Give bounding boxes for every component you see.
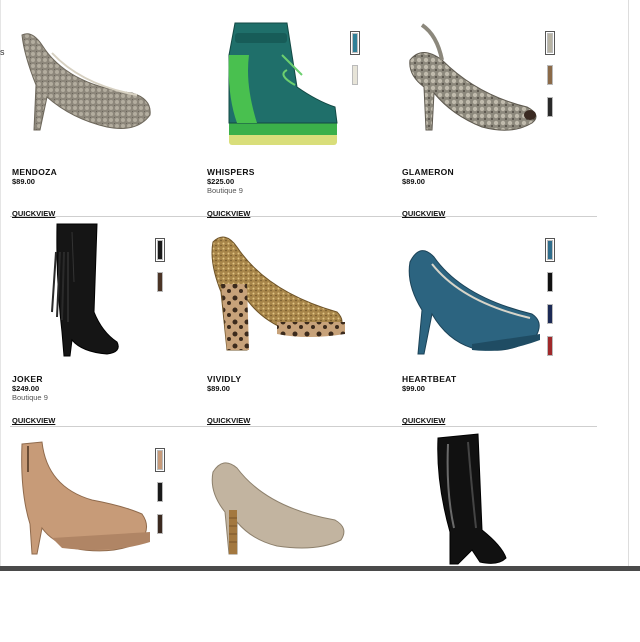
scrollbar-track[interactable] xyxy=(628,0,640,571)
product-price: $99.00 xyxy=(402,384,425,393)
blue-suede-pump-icon xyxy=(408,250,540,355)
color-swatch[interactable] xyxy=(547,272,553,292)
product-image[interactable] xyxy=(12,222,162,362)
color-swatch[interactable] xyxy=(545,31,555,55)
quickview-link[interactable]: QUICKVIEW xyxy=(207,416,250,425)
color-swatches xyxy=(152,238,168,304)
product-card-patent-boot xyxy=(402,432,597,642)
color-swatch[interactable] xyxy=(547,97,553,117)
quickview-link[interactable]: QUICKVIEW xyxy=(207,209,250,218)
quickview-link[interactable]: QUICKVIEW xyxy=(402,416,445,425)
color-swatches xyxy=(347,31,363,97)
snakeskin-slingback-peeptoe-icon xyxy=(409,23,537,131)
color-swatch[interactable] xyxy=(545,238,555,262)
product-image[interactable] xyxy=(207,15,357,155)
color-swatches xyxy=(542,31,558,129)
color-swatch[interactable] xyxy=(157,514,163,534)
black-patent-knee-boot-icon xyxy=(437,433,507,565)
color-swatch[interactable] xyxy=(547,336,553,356)
product-price: $89.00 xyxy=(12,177,35,186)
quickview-link[interactable]: QUICKVIEW xyxy=(12,416,55,425)
product-card-vividly: VIVIDLY $89.00 QUICKVIEW xyxy=(207,222,402,432)
color-swatches xyxy=(152,448,168,546)
product-name[interactable]: HEARTBEAT xyxy=(402,374,456,384)
taupe-stacked-pump-icon xyxy=(211,462,345,555)
product-image[interactable] xyxy=(402,222,552,362)
snakeskin-platform-pump-icon xyxy=(21,33,151,131)
product-card-whispers: WHISPERS $225.00 Boutique 9 QUICKVIEW xyxy=(207,15,402,225)
product-card-joker: JOKER $249.00 Boutique 9 QUICKVIEW xyxy=(12,222,207,432)
color-swatch[interactable] xyxy=(157,272,163,292)
product-card-mendoza: MENDOZA $89.00 QUICKVIEW xyxy=(12,15,207,225)
color-swatch[interactable] xyxy=(157,482,163,502)
product-name[interactable]: MENDOZA xyxy=(12,167,57,177)
product-card-glameron: GLAMERON $89.00 QUICKVIEW xyxy=(402,15,597,225)
product-name[interactable]: VIVIDLY xyxy=(207,374,241,384)
color-swatch[interactable] xyxy=(155,238,165,262)
product-image[interactable] xyxy=(402,15,552,155)
product-image[interactable] xyxy=(207,432,357,572)
product-name[interactable]: JOKER xyxy=(12,374,43,384)
boutique-label: Boutique 9 xyxy=(207,186,243,195)
color-swatch[interactable] xyxy=(155,448,165,472)
product-card-taupe-pump xyxy=(207,432,402,642)
product-price: $225.00 xyxy=(207,177,235,186)
quickview-link[interactable]: QUICKVIEW xyxy=(402,209,445,218)
product-image[interactable] xyxy=(402,432,552,572)
color-swatch[interactable] xyxy=(547,65,553,85)
product-card-bootie xyxy=(12,432,207,642)
color-swatch[interactable] xyxy=(350,31,360,55)
clipped-edge-text: s xyxy=(0,47,5,57)
green-wedge-sneaker-icon xyxy=(228,22,338,145)
glitter-leopard-pump-icon xyxy=(211,236,345,351)
product-image[interactable] xyxy=(207,222,357,362)
product-image[interactable] xyxy=(12,15,162,155)
nude-zip-bootie-icon xyxy=(21,441,150,555)
product-name[interactable]: GLAMERON xyxy=(402,167,454,177)
product-name[interactable]: WHISPERS xyxy=(207,167,255,177)
product-price: $89.00 xyxy=(402,177,425,186)
product-card-heartbeat: HEARTBEAT $99.00 QUICKVIEW xyxy=(402,222,597,432)
color-swatch[interactable] xyxy=(547,304,553,324)
quickview-link[interactable]: QUICKVIEW xyxy=(12,209,55,218)
product-price: $89.00 xyxy=(207,384,230,393)
product-price: $249.00 xyxy=(12,384,40,393)
black-fringe-boot-icon xyxy=(51,223,119,357)
product-image[interactable] xyxy=(12,432,162,572)
color-swatch[interactable] xyxy=(352,65,358,85)
page-left-border xyxy=(0,0,1,571)
boutique-label: Boutique 9 xyxy=(12,393,48,402)
color-swatches xyxy=(542,238,558,368)
